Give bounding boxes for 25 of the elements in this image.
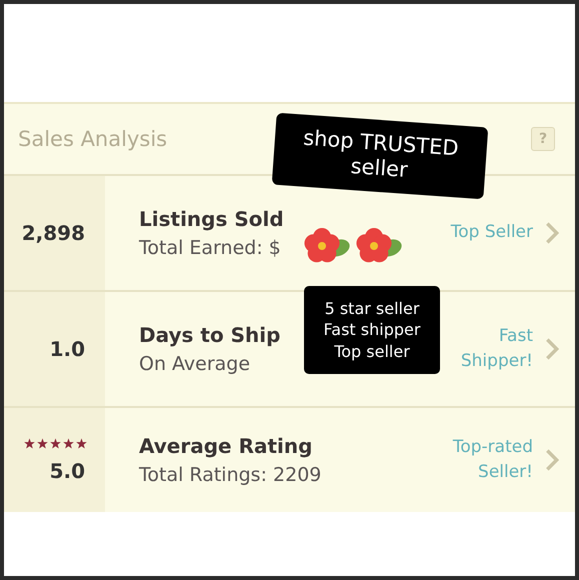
sticker-text: Top seller [334, 340, 410, 362]
help-button[interactable]: ? [531, 127, 555, 151]
sticker-text: 5 star seller [324, 298, 420, 320]
star-icon [37, 438, 48, 448]
chevron-icon[interactable] [545, 337, 559, 361]
stat-value: 1.0 [50, 337, 85, 361]
stat-label: Listings Sold [139, 207, 284, 231]
stat-detail: Total Ratings: 2209 [139, 464, 322, 486]
sticker-text: Fast shipper [324, 319, 420, 341]
stat-value: 5.0 [50, 458, 85, 482]
star-icon [76, 438, 87, 448]
stat-label: Days to Ship [139, 323, 280, 347]
panel-title: Sales Analysis [18, 127, 168, 151]
stat-value: 2,898 [22, 221, 85, 245]
star-icon [50, 438, 61, 448]
chevron-icon[interactable] [545, 221, 559, 245]
badge-link[interactable]: Top Seller [450, 220, 533, 246]
stat-detail: Total Earned: $ [139, 237, 281, 259]
star-icon [63, 438, 74, 448]
star-icon [24, 438, 35, 448]
stat-detail: On Average [139, 353, 250, 375]
badge-link[interactable]: Fast Shipper! [443, 324, 533, 374]
chevron-icon[interactable] [545, 448, 559, 472]
badge-link[interactable]: Top-rated Seller! [443, 434, 533, 486]
stat-label: Average Rating [139, 434, 312, 458]
